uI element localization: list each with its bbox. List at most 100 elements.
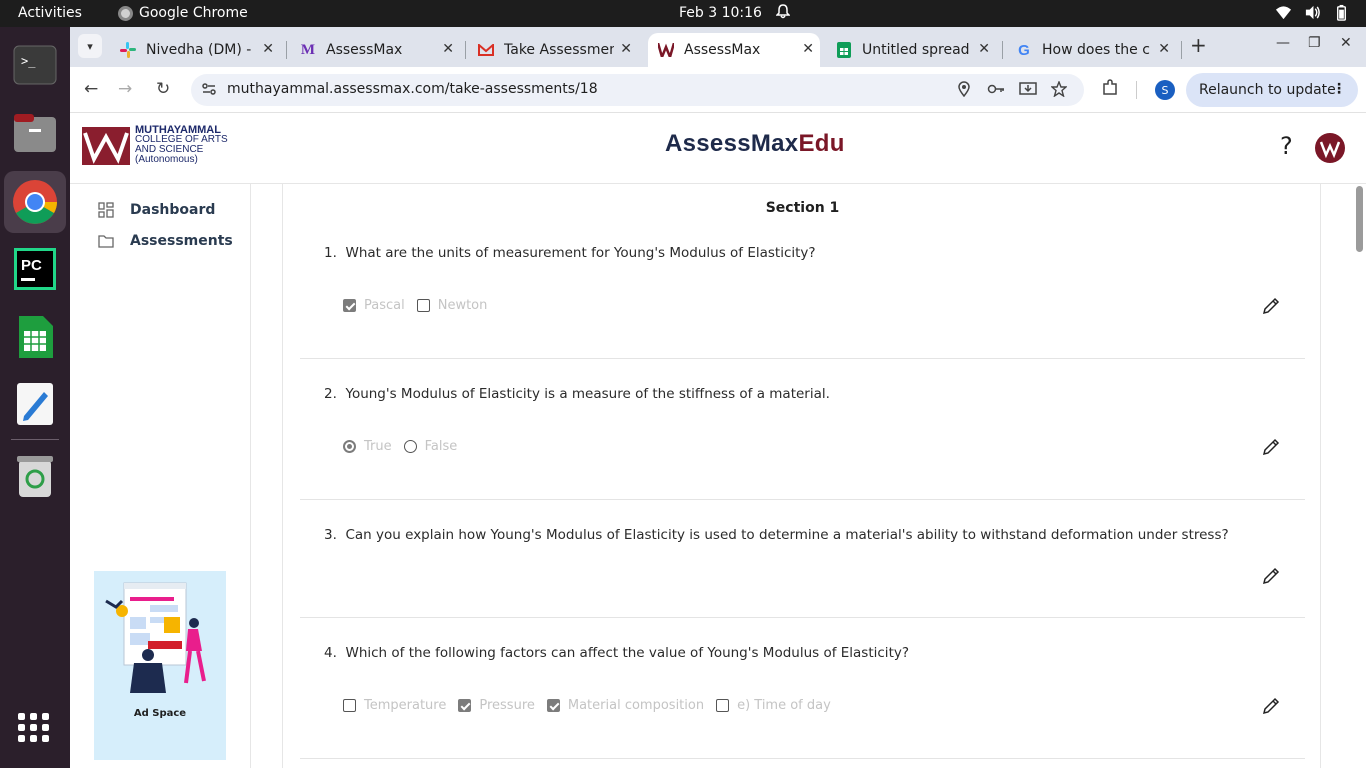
tab-label: AssessMax — [684, 42, 761, 58]
battery-icon — [1337, 4, 1346, 21]
college-logo[interactable]: MUTHAYAMMAL COLLEGE OF ARTS AND SCIENCE … — [82, 125, 232, 171]
folder-icon — [98, 235, 114, 248]
system-top-bar: Activities Google Chrome Feb 3 10:16 — [0, 0, 1366, 27]
option-time-of-day[interactable]: e) Time of day — [716, 698, 831, 713]
college-emblem-icon — [82, 127, 130, 165]
gmail-icon — [478, 42, 494, 58]
help-icon[interactable]: ? — [1280, 132, 1293, 160]
pencil-edit-icon[interactable] — [1262, 297, 1280, 315]
close-tab-icon[interactable]: ✕ — [262, 41, 274, 57]
question-card: 2. Young's Modulus of Elasticity is a me… — [300, 359, 1305, 500]
close-window-button[interactable]: ✕ — [1340, 35, 1352, 51]
close-tab-icon[interactable]: ✕ — [620, 41, 632, 57]
scrollbar-thumb[interactable] — [1356, 186, 1363, 252]
assessmax-logo-icon — [658, 42, 674, 58]
option-pascal[interactable]: Pascal — [343, 298, 405, 313]
checkbox[interactable] — [458, 699, 472, 712]
profile-avatar[interactable]: S — [1155, 80, 1175, 100]
tab-search-button[interactable]: ▾ — [78, 34, 102, 58]
question-card: 1. What are the units of measurement for… — [300, 234, 1305, 359]
tab-nivedha[interactable]: Nivedha (DM) - y ✕ — [110, 33, 280, 67]
browser-toolbar: ← → ↻ muthayammal.assessmax.com/take-ass… — [70, 67, 1366, 113]
option-false[interactable]: False — [403, 439, 457, 454]
option-material-composition[interactable]: Material composition — [546, 698, 704, 713]
location-icon[interactable] — [957, 81, 971, 101]
show-apps-icon[interactable] — [18, 713, 50, 742]
question-card: 4. Which of the following factors can af… — [300, 618, 1305, 759]
tab-assessmax-1[interactable]: M AssessMax ✕ — [290, 33, 460, 67]
forward-arrow-icon[interactable]: → — [118, 79, 132, 99]
app-brand-title: AssessMaxEdu — [665, 130, 845, 157]
activities-button[interactable]: Activities — [18, 5, 82, 21]
google-icon: G — [1018, 41, 1030, 59]
chrome-app-icon — [118, 5, 133, 21]
extensions-icon[interactable] — [1102, 79, 1119, 100]
system-tray[interactable] — [1275, 4, 1350, 21]
files-icon[interactable] — [12, 110, 58, 156]
question-text: 1. What are the units of measurement for… — [324, 245, 816, 261]
sidebar-item-assessments[interactable]: Assessments — [98, 233, 233, 249]
close-tab-icon[interactable]: ✕ — [802, 41, 814, 57]
question-text: 3. Can you explain how Young's Modulus o… — [324, 527, 1229, 543]
slack-icon — [120, 42, 136, 58]
app-menu[interactable]: Google Chrome — [118, 5, 248, 21]
trash-icon[interactable] — [12, 453, 58, 499]
ad-space-banner[interactable]: Ad Space — [94, 571, 226, 760]
minimize-window-button[interactable]: — — [1276, 35, 1290, 51]
bookmark-star-icon[interactable] — [1050, 80, 1068, 101]
close-tab-icon[interactable]: ✕ — [978, 41, 990, 57]
restore-window-button[interactable]: ❐ — [1308, 35, 1321, 51]
sidebar: Dashboard Assessments Ad Space — [70, 184, 251, 768]
page-scrollbar[interactable] — [1354, 184, 1366, 768]
clock[interactable]: Feb 3 10:16 — [679, 5, 762, 21]
app-name: Google Chrome — [139, 5, 248, 21]
checkbox[interactable] — [416, 299, 430, 312]
pencil-edit-icon[interactable] — [1262, 567, 1280, 585]
address-bar[interactable]: muthayammal.assessmax.com/take-assessmen… — [191, 74, 1084, 106]
tab-label: Untitled spread — [862, 42, 970, 58]
spreadsheet-icon[interactable] — [12, 314, 58, 360]
site-info-icon[interactable] — [201, 81, 217, 97]
close-tab-icon[interactable]: ✕ — [1158, 41, 1170, 57]
dashboard-grid-icon — [98, 202, 114, 218]
dock: >_ PC — [0, 27, 70, 768]
new-tab-button[interactable]: + — [1190, 33, 1207, 57]
checkbox[interactable] — [343, 299, 356, 312]
answer-options: Temperature Pressure Material compositio… — [343, 698, 831, 713]
tab-take-assessment[interactable]: Take Assessmen ✕ — [468, 33, 638, 67]
radio-button[interactable] — [343, 440, 356, 453]
url-text[interactable]: muthayammal.assessmax.com/take-assessmen… — [227, 81, 598, 97]
radio-button[interactable] — [403, 440, 417, 453]
text-editor-icon[interactable] — [12, 381, 58, 427]
pencil-edit-icon[interactable] — [1262, 697, 1280, 715]
checkbox[interactable] — [343, 699, 356, 712]
option-pressure[interactable]: Pressure — [458, 698, 535, 713]
reload-icon[interactable]: ↻ — [156, 79, 170, 99]
option-true[interactable]: True — [343, 439, 392, 454]
app-header: MUTHAYAMMAL COLLEGE OF ARTS AND SCIENCE … — [70, 113, 1366, 184]
chrome-icon[interactable] — [4, 171, 66, 233]
pycharm-icon[interactable]: PC — [12, 246, 58, 292]
tab-label: How does the c — [1042, 42, 1150, 58]
option-newton[interactable]: Newton — [416, 298, 487, 313]
alarm-icon — [775, 4, 791, 23]
more-menu-icon[interactable]: ⋮ — [1332, 81, 1346, 97]
password-key-icon[interactable] — [987, 81, 1005, 99]
user-avatar[interactable] — [1315, 133, 1345, 163]
pencil-edit-icon[interactable] — [1262, 438, 1280, 456]
option-temperature[interactable]: Temperature — [343, 698, 446, 713]
sidebar-item-dashboard[interactable]: Dashboard — [98, 202, 215, 218]
svg-text:>_: >_ — [21, 54, 36, 68]
checkbox[interactable] — [546, 699, 560, 712]
close-tab-icon[interactable]: ✕ — [442, 41, 454, 57]
relaunch-to-update-button[interactable]: Relaunch to update ⋮ — [1186, 73, 1358, 107]
tab-untitled-spreadsheet[interactable]: Untitled spread ✕ — [826, 33, 996, 67]
install-app-icon[interactable] — [1019, 81, 1037, 101]
tab-label: AssessMax — [326, 42, 403, 58]
checkbox[interactable] — [716, 699, 730, 712]
tab-label: Take Assessmen — [504, 42, 614, 58]
back-arrow-icon[interactable]: ← — [84, 79, 98, 99]
tab-assessmax-active[interactable]: AssessMax ✕ — [648, 33, 820, 67]
tab-google-search[interactable]: G How does the c ✕ — [1006, 33, 1176, 67]
terminal-icon[interactable]: >_ — [12, 42, 58, 88]
